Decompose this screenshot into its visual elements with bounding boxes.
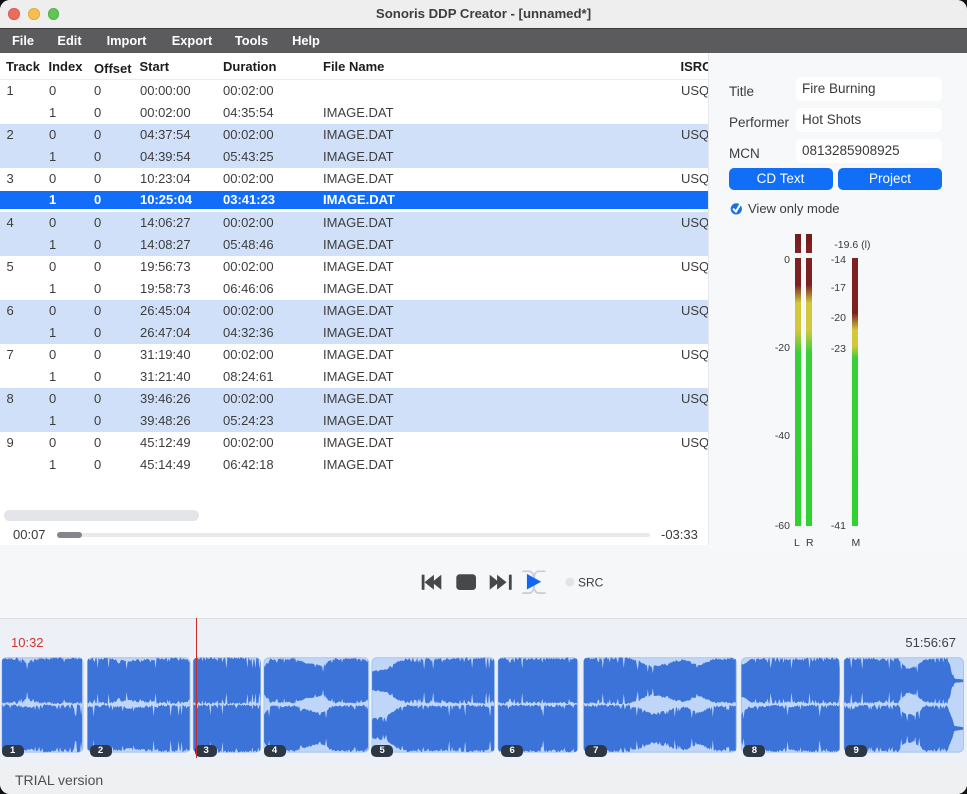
svg-text:SRC: SRC — [578, 575, 604, 589]
